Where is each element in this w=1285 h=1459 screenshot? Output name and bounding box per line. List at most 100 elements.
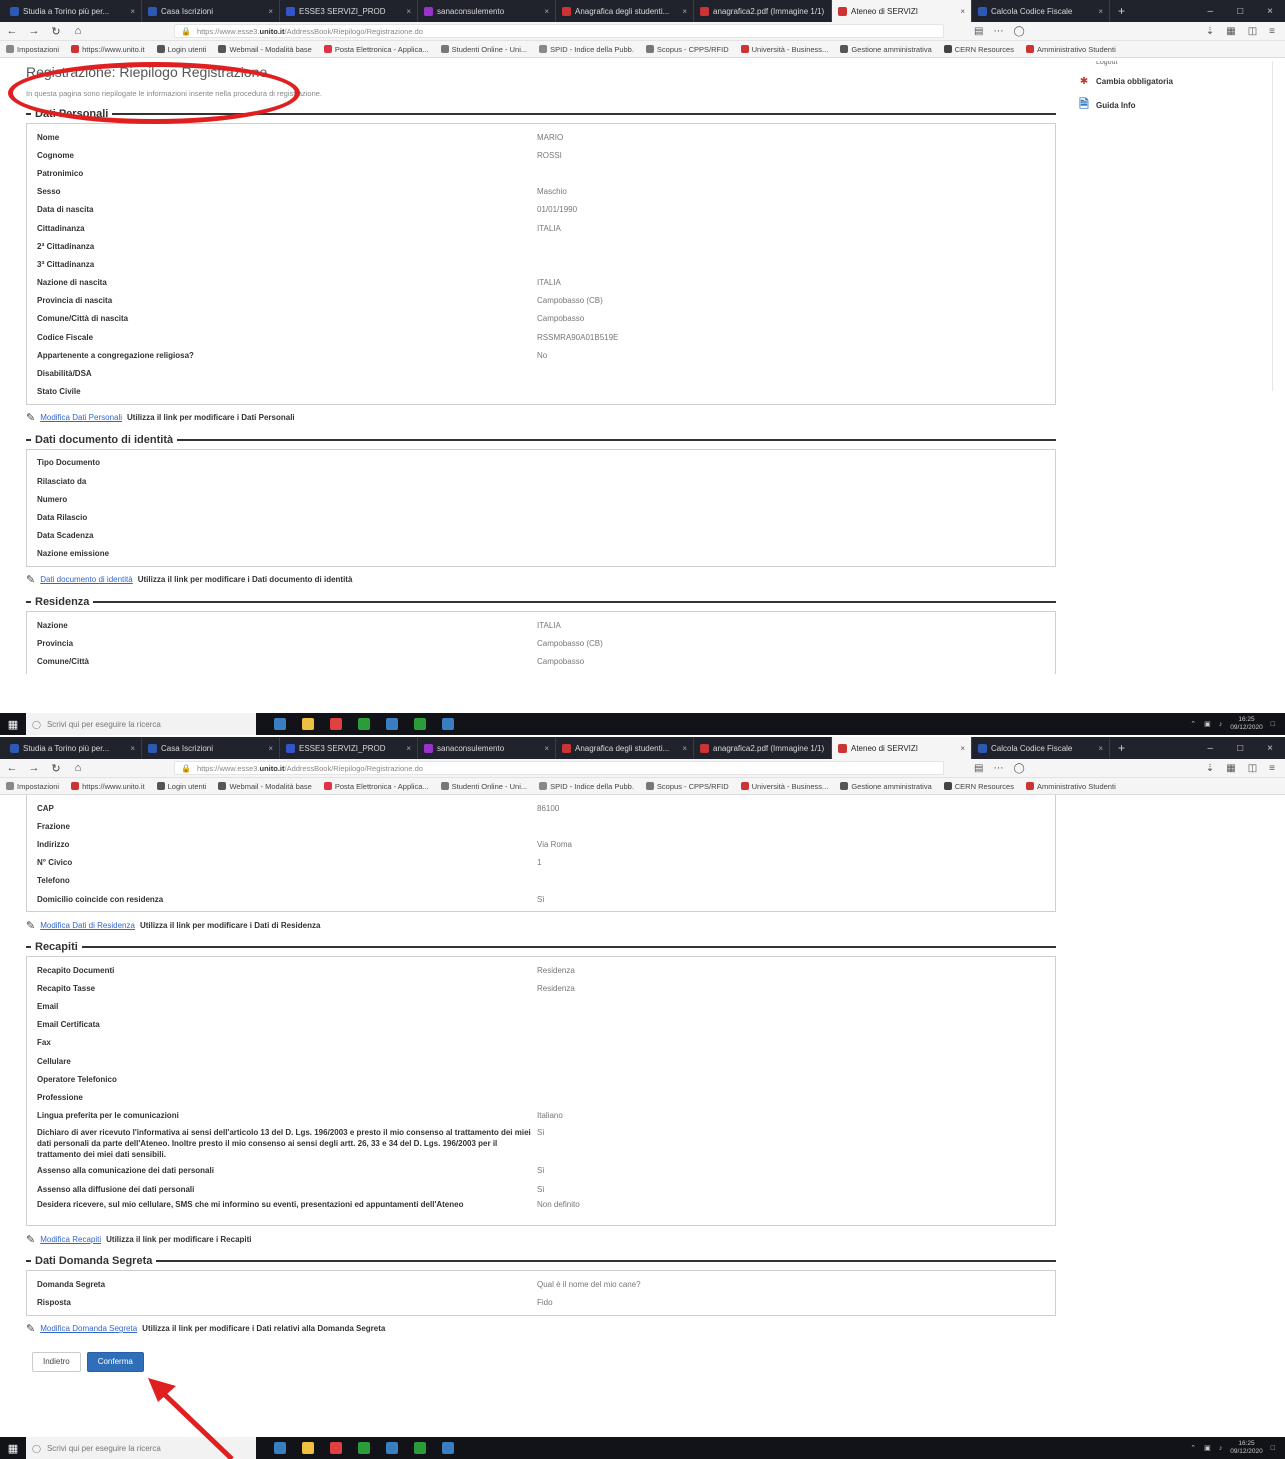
windows-start-icon[interactable]: ▦: [0, 1442, 26, 1455]
page-actions-icon[interactable]: ⋯: [993, 763, 1003, 774]
minimize-icon[interactable]: –: [1196, 6, 1226, 17]
taskbar-app-icon[interactable]: [358, 1442, 370, 1454]
close-tab-icon[interactable]: ×: [262, 744, 273, 753]
browser-tab[interactable]: sanaconsulemento ×: [418, 737, 556, 759]
close-tab-icon[interactable]: ×: [954, 7, 965, 16]
network-icon[interactable]: ▣: [1204, 1444, 1211, 1452]
edit-contacts-link[interactable]: Modifica Recapiti: [40, 1235, 101, 1244]
minimize-icon[interactable]: –: [1196, 743, 1226, 754]
close-tab-icon[interactable]: ×: [824, 7, 831, 16]
browser-tab[interactable]: Ateneo di SERVIZI ×: [832, 0, 972, 22]
home-icon[interactable]: ⌂: [72, 762, 84, 774]
browser-tab[interactable]: Casa Iscrizioni ×: [142, 0, 280, 22]
bookmark-item[interactable]: Gestione amministrativa: [840, 782, 932, 791]
close-tab-icon[interactable]: ×: [400, 7, 411, 16]
side-menu-cut-item[interactable]: Logout: [1078, 61, 1278, 69]
clock[interactable]: 16:25 09/12/2020: [1230, 1440, 1263, 1456]
back-arrow-icon[interactable]: ←: [6, 25, 18, 37]
confirm-button[interactable]: Conferma: [86, 1351, 144, 1372]
close-tab-icon[interactable]: ×: [124, 7, 135, 16]
close-tab-icon[interactable]: ×: [1092, 7, 1103, 16]
taskbar-app-icon[interactable]: [414, 718, 426, 730]
volume-icon[interactable]: ♪: [1219, 721, 1223, 728]
network-icon[interactable]: ▣: [1204, 720, 1211, 728]
taskbar-app-icon[interactable]: [330, 1442, 342, 1454]
close-tab-icon[interactable]: ×: [676, 744, 687, 753]
sidebar-icon[interactable]: ◫: [1248, 763, 1257, 774]
page-actions-icon[interactable]: ⋯: [993, 26, 1003, 37]
browser-tab[interactable]: Anagrafica degli studenti... ×: [556, 0, 694, 22]
library-icon[interactable]: ▦: [1226, 26, 1235, 37]
bookmark-item[interactable]: Amministrativo Studenti: [1025, 782, 1116, 791]
browser-tab[interactable]: Casa Iscrizioni ×: [142, 737, 280, 759]
menu-icon[interactable]: ≡: [1269, 763, 1275, 774]
bookmark-item[interactable]: Università - Business...: [740, 782, 828, 791]
downloads-icon[interactable]: ⇣: [1206, 26, 1214, 37]
bookmark-item[interactable]: https://www.unito.it: [71, 782, 145, 791]
forward-arrow-icon[interactable]: →: [28, 25, 40, 37]
taskbar-app-icon[interactable]: [302, 1442, 314, 1454]
bookmark-item[interactable]: Scopus - CPPS/RFID: [645, 45, 729, 54]
url-bar[interactable]: 🔒 https://www.esse3.unito.it/AddressBook…: [174, 24, 944, 38]
browser-tab[interactable]: Studia a Torino più per... ×: [4, 737, 142, 759]
browser-tab[interactable]: anagrafica2.pdf (Immagine 1/1)×: [694, 0, 832, 22]
downloads-icon[interactable]: ⇣: [1206, 763, 1214, 774]
edit-secret-link[interactable]: Modifica Domanda Segreta: [40, 1324, 137, 1333]
reload-icon[interactable]: ↻: [50, 762, 62, 775]
back-button[interactable]: Indietro: [32, 1351, 81, 1372]
notifications-icon[interactable]: □: [1271, 721, 1275, 728]
windows-start-icon[interactable]: ▦: [0, 718, 26, 731]
browser-tab[interactable]: Calcola Codice Fiscale ×: [972, 0, 1110, 22]
url-bar[interactable]: 🔒 https://www.esse3.unito.it/AddressBook…: [174, 761, 944, 775]
reload-icon[interactable]: ↻: [50, 25, 62, 38]
bookmark-item[interactable]: Studenti Online - Uni...: [440, 45, 527, 54]
bookmark-item[interactable]: CERN Resources: [943, 45, 1014, 54]
bookmark-item[interactable]: https://www.unito.it: [71, 45, 145, 54]
close-tab-icon[interactable]: ×: [954, 744, 965, 753]
taskbar-app-icon[interactable]: [330, 718, 342, 730]
side-menu-item-change[interactable]: ✱ Cambia obbligatoria: [1078, 69, 1278, 93]
browser-tab[interactable]: Studia a Torino più per... ×: [4, 0, 142, 22]
bookmark-item[interactable]: Amministrativo Studenti: [1025, 45, 1116, 54]
menu-icon[interactable]: ≡: [1269, 26, 1275, 37]
close-tab-icon[interactable]: ×: [400, 744, 411, 753]
pocket-icon[interactable]: ◯: [1013, 763, 1024, 774]
taskbar-app-icon[interactable]: [386, 1442, 398, 1454]
close-tab-icon[interactable]: ×: [676, 7, 687, 16]
taskbar-app-icon[interactable]: [274, 1442, 286, 1454]
bookmark-item[interactable]: CERN Resources: [943, 782, 1014, 791]
taskbar-app-icon[interactable]: [414, 1442, 426, 1454]
taskbar-app-icon[interactable]: [274, 718, 286, 730]
bookmark-item[interactable]: Login utenti: [156, 782, 206, 791]
taskbar-search[interactable]: ◯ Scrivi qui per eseguire la ricerca: [26, 713, 256, 735]
new-tab-icon[interactable]: +: [1110, 4, 1133, 18]
browser-tab[interactable]: Anagrafica degli studenti... ×: [556, 737, 694, 759]
taskbar-app-icon[interactable]: [386, 718, 398, 730]
clock[interactable]: 16:25 09/12/2020: [1230, 716, 1263, 732]
bookmark-item[interactable]: Scopus - CPPS/RFID: [645, 782, 729, 791]
taskbar-app-icon[interactable]: [442, 1442, 454, 1454]
bookmark-item[interactable]: SPID - Indice della Pubb.: [539, 782, 634, 791]
bookmark-item[interactable]: Studenti Online - Uni...: [440, 782, 527, 791]
bookmark-item[interactable]: Webmail - Modalità base: [218, 782, 312, 791]
browser-tab[interactable]: Calcola Codice Fiscale ×: [972, 737, 1110, 759]
back-arrow-icon[interactable]: ←: [6, 762, 18, 774]
browser-tab[interactable]: anagrafica2.pdf (Immagine 1/1)×: [694, 737, 832, 759]
edit-identity-link[interactable]: Dati documento di identità: [40, 575, 133, 584]
side-menu-item-guide[interactable]: 🗎 Guida Info: [1078, 93, 1278, 117]
close-tab-icon[interactable]: ×: [1092, 744, 1103, 753]
edit-residence-link[interactable]: Modifica Dati di Residenza: [40, 921, 135, 930]
maximize-icon[interactable]: □: [1225, 743, 1255, 754]
close-tab-icon[interactable]: ×: [124, 744, 135, 753]
bookmark-item[interactable]: Impostazioni: [6, 782, 59, 791]
taskbar-app-icon[interactable]: [302, 718, 314, 730]
sidebar-icon[interactable]: ◫: [1248, 26, 1257, 37]
browser-tab[interactable]: ESSE3 SERVIZI_PROD ×: [280, 0, 418, 22]
bookmark-item[interactable]: Posta Elettronica - Applica...: [323, 45, 429, 54]
pocket-icon[interactable]: ◯: [1013, 26, 1024, 37]
browser-tab[interactable]: ESSE3 SERVIZI_PROD ×: [280, 737, 418, 759]
bookmark-item[interactable]: Posta Elettronica - Applica...: [323, 782, 429, 791]
taskbar-app-icon[interactable]: [358, 718, 370, 730]
taskbar-app-icon[interactable]: [442, 718, 454, 730]
close-tab-icon[interactable]: ×: [538, 744, 549, 753]
